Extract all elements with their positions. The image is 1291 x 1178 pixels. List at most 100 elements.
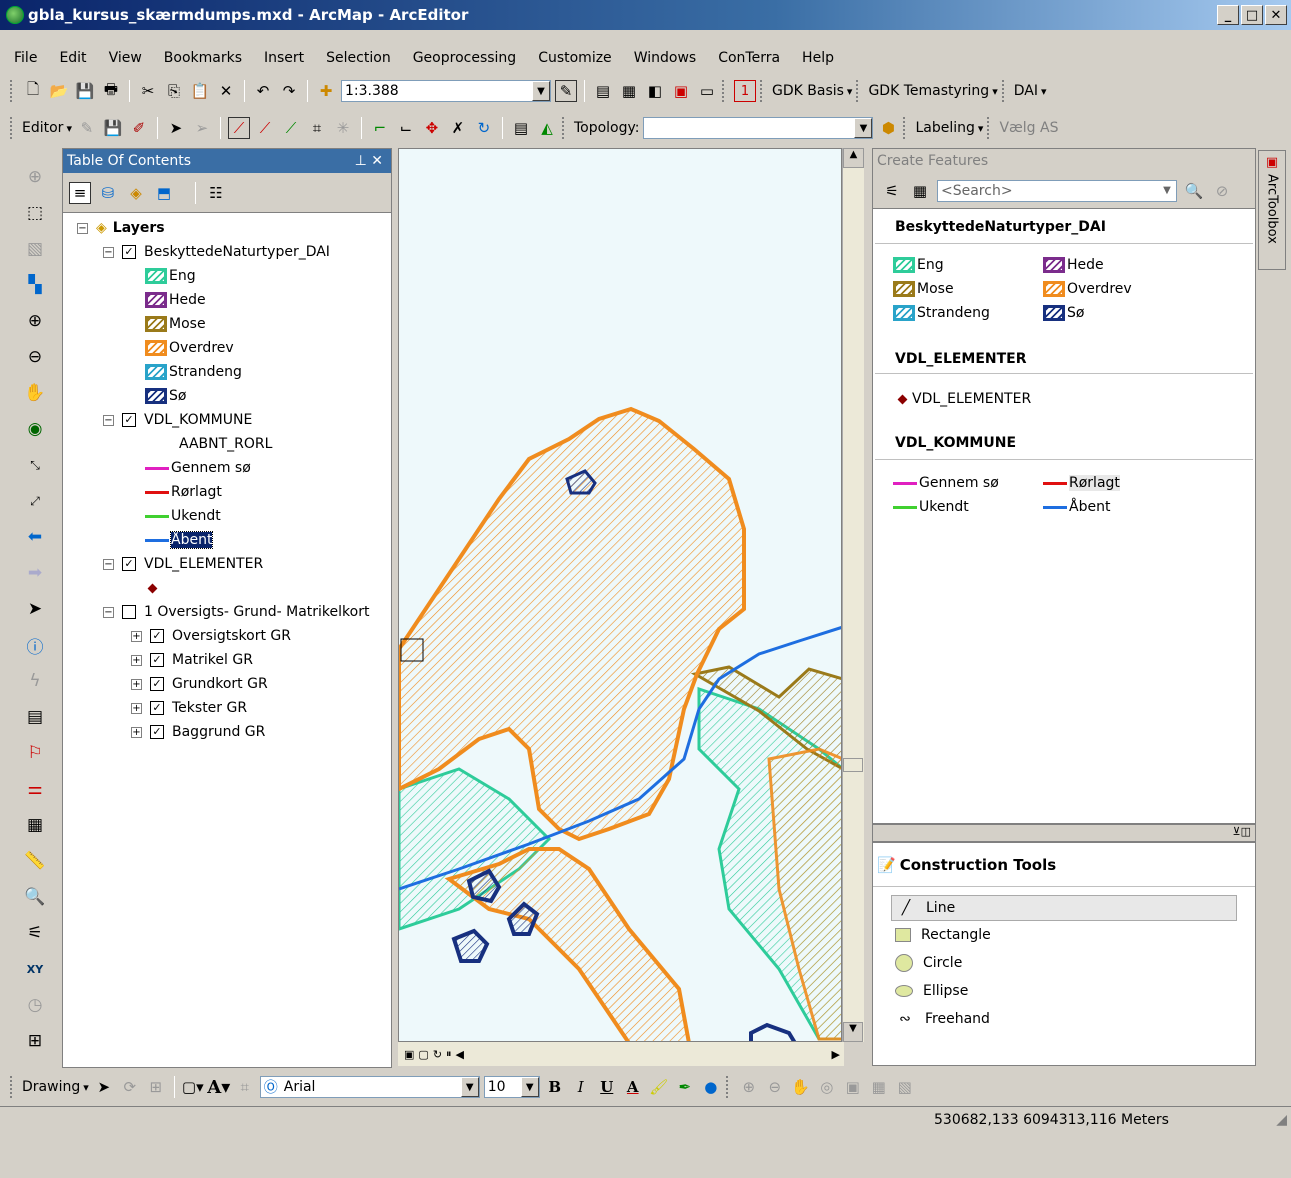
- toc-sub-matrikel[interactable]: + ✓ Matrikel GR: [131, 649, 253, 671]
- select-elements-icon[interactable]: ⬚: [22, 200, 48, 226]
- tool-ellipse[interactable]: Ellipse: [891, 978, 1237, 1004]
- template-abent[interactable]: Åbent: [1043, 499, 1110, 515]
- list-by-source-icon[interactable]: ⛁: [97, 182, 119, 204]
- search-icon[interactable]: 🔍: [1183, 180, 1205, 202]
- toc-group-oversigts[interactable]: −1 Oversigts- Grund- Matrikelkort: [103, 601, 369, 623]
- select-elements-arrow-icon[interactable]: ➤: [93, 1076, 115, 1098]
- topology-icon[interactable]: ⬢: [877, 117, 899, 139]
- maximize-button[interactable]: □: [1241, 5, 1263, 25]
- new-document-icon[interactable]: 🗋: [22, 80, 44, 102]
- menu-bookmarks[interactable]: Bookmarks: [153, 50, 253, 66]
- chevron-down-icon[interactable]: ▼: [854, 118, 873, 138]
- undo-icon[interactable]: ↶: [252, 80, 274, 102]
- chevron-down-icon[interactable]: ▼: [460, 1077, 479, 1097]
- dai-dropdown[interactable]: DAI: [1014, 83, 1047, 99]
- chevron-down-icon[interactable]: ▼: [532, 81, 550, 101]
- scale-combo[interactable]: 1:3.388 ▼: [341, 80, 551, 102]
- endpoint-arc-icon[interactable]: ⟋: [280, 117, 302, 139]
- text-tool-icon[interactable]: A▾: [207, 1076, 230, 1098]
- splitter-buttons[interactable]: ⊻◫: [1233, 825, 1251, 838]
- save-icon[interactable]: 💾: [74, 80, 96, 102]
- rotate-icon[interactable]: ↻: [473, 117, 495, 139]
- trace-icon[interactable]: ⟋: [254, 117, 276, 139]
- catalog-window-icon[interactable]: ▦: [618, 80, 640, 102]
- attributes-icon[interactable]: ▤: [510, 117, 532, 139]
- zoom-out-icon[interactable]: ⊖: [22, 344, 48, 370]
- vscroll-thumb[interactable]: [843, 758, 863, 772]
- toc-sub-grundkort[interactable]: + ✓ Grundkort GR: [131, 673, 268, 695]
- swipe-icon[interactable]: ⚌: [22, 776, 48, 802]
- toc-class-eng[interactable]: Eng: [145, 265, 196, 287]
- scroll-down-icon[interactable]: ▼: [843, 1022, 863, 1042]
- menu-help[interactable]: Help: [791, 50, 845, 66]
- arctoolbox-tab[interactable]: ▣ ArcToolbox: [1258, 150, 1286, 270]
- italic-button[interactable]: I: [570, 1076, 592, 1098]
- cut-icon[interactable]: ✂: [137, 80, 159, 102]
- menu-view[interactable]: View: [98, 50, 153, 66]
- goto-xy-icon[interactable]: XY: [22, 956, 48, 982]
- minimize-button[interactable]: _: [1217, 5, 1239, 25]
- tool-freehand[interactable]: ∾ Freehand: [891, 1006, 1237, 1032]
- hyperlink-icon[interactable]: ϟ: [22, 668, 48, 694]
- toolbar-grip[interactable]: [10, 80, 16, 102]
- select-pointer-icon[interactable]: ➤: [22, 596, 48, 622]
- sketch-properties-icon[interactable]: ◭: [536, 117, 558, 139]
- editor-dropdown[interactable]: Editor: [22, 120, 72, 136]
- edit-annotation-icon[interactable]: ➢: [191, 117, 213, 139]
- menu-geoprocessing[interactable]: Geoprocessing: [402, 50, 527, 66]
- time-slider-icon[interactable]: ◷: [22, 992, 48, 1018]
- gdk-temastyring-dropdown[interactable]: GDK Temastyring: [868, 83, 997, 99]
- reshape-icon[interactable]: ⌐: [369, 117, 391, 139]
- toc-class-ukendt[interactable]: Ukendt: [145, 505, 221, 527]
- map-vertical-scrollbar[interactable]: ▲ ▼: [842, 148, 864, 1042]
- pan-hand-icon[interactable]: ✋: [22, 380, 48, 406]
- fixed-zoom-in-icon[interactable]: ⤡: [22, 452, 48, 478]
- scroll-right-icon[interactable]: ▶: [832, 1048, 840, 1061]
- line-color-icon[interactable]: ✒: [674, 1076, 696, 1098]
- toc-options-icon[interactable]: ☷: [205, 182, 227, 204]
- open-folder-icon[interactable]: 📂: [48, 80, 70, 102]
- vaelg-as-button[interactable]: Vælg AS: [999, 120, 1058, 136]
- magnifier-icon[interactable]: ⊞: [22, 1028, 48, 1054]
- marker-color-icon[interactable]: ●: [700, 1076, 722, 1098]
- gdk-basis-dropdown[interactable]: GDK Basis: [772, 83, 852, 99]
- template-eng[interactable]: Eng: [893, 257, 944, 273]
- tool-line[interactable]: ╱ Line: [891, 895, 1237, 921]
- georef-tool-2-icon[interactable]: ⊖: [764, 1076, 786, 1098]
- delete-icon[interactable]: ✕: [215, 80, 237, 102]
- toc-layer-beskyttede[interactable]: − ✓ BeskyttedeNaturtyper_DAI: [103, 241, 330, 263]
- georef-tool-3-icon[interactable]: ✋: [790, 1076, 812, 1098]
- edit-vertices-icon[interactable]: ⌗: [234, 1076, 256, 1098]
- toc-sub-baggrund[interactable]: + ✓ Baggrund GR: [131, 721, 265, 743]
- scroll-up-icon[interactable]: ▲: [843, 148, 864, 168]
- toc-class-overdrev[interactable]: Overdrev: [145, 337, 234, 359]
- html-popup-icon[interactable]: ▤: [22, 704, 48, 730]
- ruler-icon[interactable]: 📏: [22, 848, 48, 874]
- extent-icon[interactable]: ▧: [22, 236, 48, 262]
- chevron-down-icon[interactable]: ▼: [1158, 180, 1176, 201]
- sketch-icon[interactable]: ✐: [128, 117, 150, 139]
- edit-tool-icon[interactable]: ✎: [76, 117, 98, 139]
- toc-window-icon[interactable]: ▤: [592, 80, 614, 102]
- clear-search-icon[interactable]: ⊘: [1211, 180, 1233, 202]
- tool-rectangle[interactable]: Rectangle: [891, 922, 1237, 948]
- list-by-drawing-order-icon[interactable]: ≡: [69, 181, 91, 204]
- filter-icon[interactable]: ⚟: [881, 180, 903, 202]
- georef-tool-1-icon[interactable]: ⊕: [738, 1076, 760, 1098]
- forward-arrow-icon[interactable]: ➡: [22, 560, 48, 586]
- georef-tool-6-icon[interactable]: ▦: [868, 1076, 890, 1098]
- table-icon[interactable]: ▦: [22, 812, 48, 838]
- template-vdl-elementer[interactable]: VDL_ELEMENTER: [897, 391, 1031, 407]
- toc-class-gennem-so[interactable]: Gennem sø: [145, 457, 251, 479]
- zoom-in-fixed-icon[interactable]: ⊕: [22, 164, 48, 190]
- template-gennem-so[interactable]: Gennem sø: [893, 475, 999, 491]
- scroll-left-icon[interactable]: ◀: [456, 1048, 464, 1061]
- list-by-visibility-icon[interactable]: ◈: [125, 182, 147, 204]
- pause-drawing-icon[interactable]: ⏸: [446, 1047, 452, 1061]
- toc-sub-tekster[interactable]: + ✓ Tekster GR: [131, 697, 247, 719]
- menu-windows[interactable]: Windows: [623, 50, 708, 66]
- underline-button[interactable]: U: [596, 1076, 618, 1098]
- back-arrow-icon[interactable]: ⬅: [22, 524, 48, 550]
- tool-circle[interactable]: Circle: [891, 950, 1237, 976]
- paste-icon[interactable]: 📋: [189, 80, 211, 102]
